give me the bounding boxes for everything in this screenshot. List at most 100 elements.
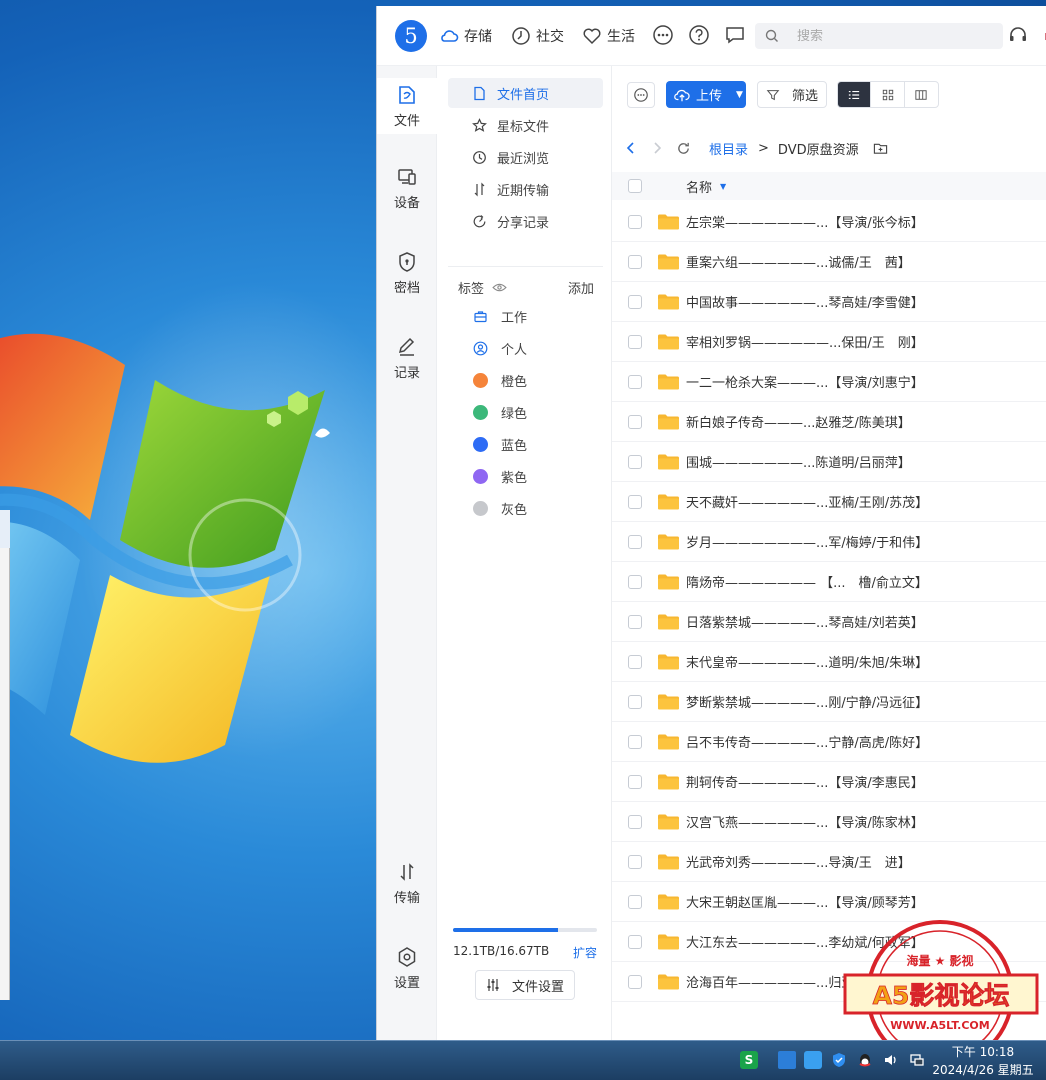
- nav-storage[interactable]: 存储: [439, 24, 492, 48]
- subnav-starred[interactable]: 星标文件: [448, 110, 603, 140]
- table-row[interactable]: 梦断紫禁城—————...刚/宁静/冯远征】: [612, 682, 1046, 722]
- nav-social[interactable]: 社交: [511, 24, 564, 48]
- tags-add-button[interactable]: 添加: [568, 278, 594, 297]
- row-checkbox[interactable]: [628, 214, 642, 229]
- tag-personal[interactable]: 个人: [473, 336, 527, 360]
- row-checkbox[interactable]: [628, 374, 642, 389]
- table-row[interactable]: 末代皇帝——————...道明/朱旭/朱琳】: [612, 642, 1046, 682]
- file-name[interactable]: 一二一枪杀大案———...【导演/刘惠宁】: [686, 372, 924, 391]
- row-checkbox[interactable]: [628, 854, 642, 869]
- table-row[interactable]: 围城———————...陈道明/吕丽萍】: [612, 442, 1046, 482]
- file-name[interactable]: 新白娘子传奇———...赵雅芝/陈美琪】: [686, 412, 911, 431]
- background-window-edge[interactable]: [0, 510, 10, 1000]
- tag-gray[interactable]: 灰色: [473, 496, 527, 520]
- row-checkbox[interactable]: [628, 294, 642, 309]
- volume-tray-icon[interactable]: [882, 1051, 900, 1069]
- back-arrow-icon[interactable]: [624, 141, 638, 155]
- file-name[interactable]: 末代皇帝——————...道明/朱旭/朱琳】: [686, 652, 928, 671]
- file-name[interactable]: 吕不韦传奇—————...宁静/高虎/陈好】: [686, 732, 928, 751]
- file-name[interactable]: 重案六组——————...诚儒/王 茜】: [686, 252, 911, 271]
- grid-view-button[interactable]: [871, 82, 905, 107]
- search-box[interactable]: [755, 23, 1003, 49]
- nav-life[interactable]: 生活: [582, 24, 635, 48]
- row-checkbox[interactable]: [628, 654, 642, 669]
- row-checkbox[interactable]: [628, 774, 642, 789]
- file-name[interactable]: 岁月————————...军/梅婷/于和伟】: [686, 532, 928, 551]
- row-checkbox[interactable]: [628, 334, 642, 349]
- refresh-icon[interactable]: [676, 141, 691, 156]
- breadcrumb-root[interactable]: 根目录: [709, 139, 748, 158]
- table-row[interactable]: 宰相刘罗锅——————...保田/王 刚】: [612, 322, 1046, 362]
- row-checkbox[interactable]: [628, 814, 642, 829]
- caret-down-icon[interactable]: ▼: [736, 90, 743, 100]
- subnav-file-home[interactable]: 文件首页: [448, 78, 603, 108]
- file-settings-button[interactable]: 文件设置: [475, 970, 575, 1000]
- expand-storage-link[interactable]: 扩容: [573, 944, 597, 961]
- app-s-tray-icon[interactable]: S: [740, 1051, 758, 1069]
- table-row[interactable]: 日落紫禁城—————...琴高娃/刘若英】: [612, 602, 1046, 642]
- row-checkbox[interactable]: [628, 414, 642, 429]
- upload-button[interactable]: 上传 ▼: [666, 81, 746, 108]
- subnav-recent[interactable]: 最近浏览: [448, 142, 603, 172]
- eye-icon[interactable]: [492, 282, 507, 293]
- tag-orange[interactable]: 橙色: [473, 368, 527, 392]
- row-checkbox[interactable]: [628, 454, 642, 469]
- table-row[interactable]: 光武帝刘秀—————...导演/王 进】: [612, 842, 1046, 882]
- file-name[interactable]: 荆轲传奇——————...【导演/李惠民】: [686, 772, 924, 791]
- row-checkbox[interactable]: [628, 254, 642, 269]
- tag-blue[interactable]: 蓝色: [473, 432, 527, 456]
- table-row[interactable]: 汉宫飞燕——————...【导演/陈家林】: [612, 802, 1046, 842]
- file-name[interactable]: 光武帝刘秀—————...导演/王 进】: [686, 852, 911, 871]
- table-row[interactable]: 荆轲传奇——————...【导演/李惠民】: [612, 762, 1046, 802]
- qq-tray-icon[interactable]: [856, 1051, 874, 1069]
- tag-green[interactable]: 绿色: [473, 400, 527, 424]
- window-control-edge[interactable]: ｒ: [1041, 25, 1046, 44]
- name-column-header[interactable]: 名称: [686, 177, 712, 196]
- subnav-shares[interactable]: 分享记录: [448, 206, 603, 236]
- tag-purple[interactable]: 紫色: [473, 464, 527, 488]
- row-checkbox[interactable]: [628, 614, 642, 629]
- row-checkbox[interactable]: [628, 694, 642, 709]
- more-actions-button[interactable]: [627, 82, 655, 108]
- rail-item-notes[interactable]: 记录: [377, 336, 437, 392]
- select-all-checkbox[interactable]: [628, 179, 642, 193]
- new-folder-icon[interactable]: [873, 141, 888, 156]
- sort-desc-icon[interactable]: ▼: [720, 182, 726, 191]
- file-name[interactable]: 大宋王朝赵匡胤———...【导演/顾琴芳】: [686, 892, 924, 911]
- table-row[interactable]: 中国故事——————...琴高娃/李雪健】: [612, 282, 1046, 322]
- rail-item-files[interactable]: 文件: [377, 78, 437, 134]
- message-icon[interactable]: [724, 24, 746, 46]
- file-name[interactable]: 梦断紫禁城—————...刚/宁静/冯远征】: [686, 692, 928, 711]
- rail-item-devices[interactable]: 设备: [377, 166, 437, 222]
- row-checkbox[interactable]: [628, 574, 642, 589]
- subnav-transfers[interactable]: 近期传输: [448, 174, 603, 204]
- taskbar-clock[interactable]: 下午 10:18 2024/4/26 星期五: [924, 1043, 1042, 1079]
- table-row[interactable]: 左宗棠———————...【导演/张今标】: [612, 202, 1046, 242]
- bird-tray-icon[interactable]: [804, 1051, 822, 1069]
- file-name[interactable]: 围城———————...陈道明/吕丽萍】: [686, 452, 911, 471]
- row-checkbox[interactable]: [628, 894, 642, 909]
- help-icon[interactable]: [688, 24, 710, 46]
- security-shield-tray-icon[interactable]: [830, 1051, 848, 1069]
- table-row[interactable]: 岁月————————...军/梅婷/于和伟】: [612, 522, 1046, 562]
- table-row[interactable]: 重案六组——————...诚儒/王 茜】: [612, 242, 1046, 282]
- tag-work[interactable]: 工作: [473, 304, 527, 328]
- row-checkbox[interactable]: [628, 494, 642, 509]
- headset-icon[interactable]: [1007, 24, 1029, 46]
- forward-arrow-icon[interactable]: [650, 141, 664, 155]
- filter-button[interactable]: 筛选: [757, 81, 827, 108]
- table-row[interactable]: 新白娘子传奇———...赵雅芝/陈美琪】: [612, 402, 1046, 442]
- list-view-button[interactable]: [838, 82, 872, 107]
- rail-item-transfer[interactable]: 传输: [377, 861, 437, 917]
- row-checkbox[interactable]: [628, 974, 642, 989]
- file-name[interactable]: 中国故事——————...琴高娃/李雪健】: [686, 292, 924, 311]
- table-row[interactable]: 隋炀帝——————— 【... 橹/俞立文】: [612, 562, 1046, 602]
- row-checkbox[interactable]: [628, 734, 642, 749]
- file-name[interactable]: 左宗棠———————...【导演/张今标】: [686, 212, 924, 231]
- app-logo[interactable]: 5: [395, 20, 427, 52]
- rail-item-settings[interactable]: 设置: [377, 946, 437, 1002]
- search-input[interactable]: [797, 28, 997, 44]
- file-name[interactable]: 天不藏奸——————...亚楠/王刚/苏茂】: [686, 492, 928, 511]
- file-name[interactable]: 汉宫飞燕——————...【导演/陈家林】: [686, 812, 924, 831]
- file-name[interactable]: 日落紫禁城—————...琴高娃/刘若英】: [686, 612, 924, 631]
